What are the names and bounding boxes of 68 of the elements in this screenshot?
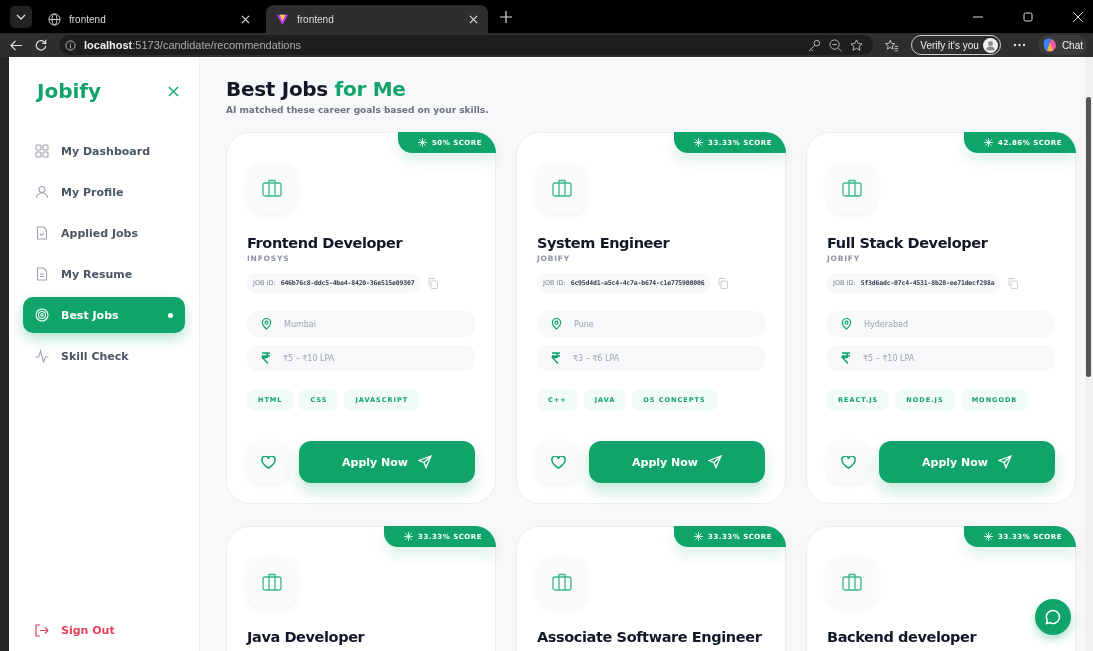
file-icon: [35, 267, 49, 281]
heart-icon: [260, 455, 276, 469]
rupee-icon: [261, 352, 271, 364]
key-icon[interactable]: [808, 38, 822, 52]
target-icon: [35, 308, 49, 322]
job-title: Java Developer: [247, 629, 365, 645]
location-text: Mumbai: [284, 319, 316, 329]
browser-tab[interactable]: frontend: [38, 5, 260, 33]
scrollbar-thumb[interactable]: [1086, 97, 1091, 377]
pulse-icon: [35, 349, 49, 363]
logout-icon: [35, 624, 49, 637]
sparkle-icon: [984, 532, 994, 541]
job-title: Associate Software Engineer: [537, 629, 762, 645]
document-icon: [35, 226, 49, 240]
avatar-icon: [982, 37, 998, 53]
heart-icon: [840, 455, 856, 469]
active-dot: [168, 312, 173, 318]
nav-item[interactable]: My Profile: [23, 174, 185, 210]
browser-tab[interactable]: frontend: [266, 5, 488, 33]
rupee-icon: [551, 352, 561, 364]
copilot-button[interactable]: Chat: [1037, 35, 1087, 55]
sparkle-icon: [404, 532, 414, 541]
address-field[interactable]: localhost:5173/candidate/recommendations: [84, 39, 302, 51]
salary-text: ₹5 – ₹10 LPA: [283, 353, 335, 363]
info-icon[interactable]: [65, 39, 76, 51]
new-tab-icon[interactable]: [500, 10, 512, 23]
user-icon: [35, 185, 49, 199]
location-text: Pune: [574, 319, 594, 329]
nav-item[interactable]: Applied Jobs: [23, 215, 185, 251]
send-icon: [708, 455, 722, 469]
star-icon[interactable]: [850, 38, 864, 52]
sparkle-icon: [984, 138, 994, 147]
location-pin-icon: [261, 318, 272, 330]
salary-text: ₹3 – ₹6 LPA: [573, 353, 620, 363]
tab-list-button[interactable]: [10, 5, 32, 28]
back-icon[interactable]: [10, 38, 23, 52]
sparkle-icon: [694, 532, 704, 541]
sign-out-link[interactable]: Sign Out: [23, 624, 185, 637]
rupee-icon: [841, 352, 851, 364]
sparkle-icon: [418, 138, 427, 147]
job-title: Frontend Developer: [247, 235, 403, 251]
logo-icon: [276, 12, 289, 26]
send-icon: [418, 455, 432, 469]
salary-text: ₹5 – ₹10 LPA: [863, 353, 915, 363]
dashboard-icon: [35, 144, 49, 158]
nav-item[interactable]: My Resume: [23, 256, 185, 292]
globe-icon: [48, 12, 61, 26]
location-pin-icon: [551, 318, 562, 330]
page-title: Best Jobs for Me: [226, 77, 407, 101]
nav-item[interactable]: Skill Check: [23, 338, 185, 374]
chat-icon: [1045, 609, 1061, 625]
location-text: Hyderabad: [864, 319, 908, 329]
send-icon: [998, 455, 1012, 469]
location-pin-icon: [841, 318, 852, 330]
app-logo: Jobify: [37, 79, 102, 103]
more-icon[interactable]: [1012, 43, 1026, 47]
job-title: Backend developer: [827, 629, 977, 645]
page-subtitle: AI matched these career goals based on your skills.: [226, 105, 490, 115]
nav-item[interactable]: My Dashboard: [23, 133, 185, 169]
maximize-icon[interactable]: [1023, 11, 1033, 22]
reload-icon[interactable]: [35, 39, 47, 51]
zoom-out-icon[interactable]: [829, 38, 843, 52]
job-title: Full Stack Developer: [827, 235, 988, 251]
job-title: System Engineer: [537, 235, 670, 251]
sparkle-icon: [694, 138, 704, 147]
favorites-icon[interactable]: [885, 38, 900, 52]
copilot-icon: [1041, 37, 1058, 53]
heart-icon: [550, 455, 566, 469]
